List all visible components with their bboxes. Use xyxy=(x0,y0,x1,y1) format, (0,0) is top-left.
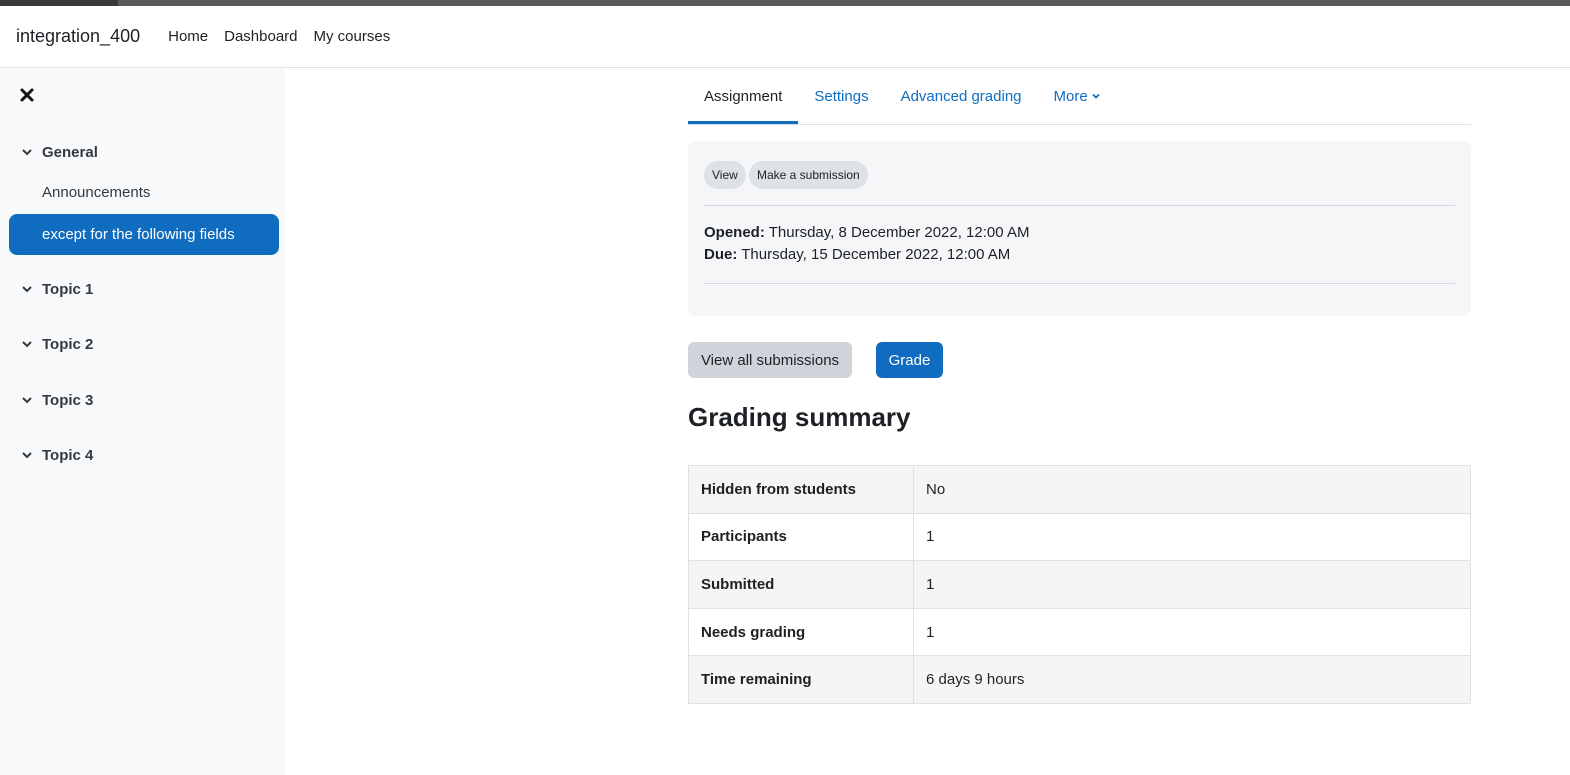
opened-date: Opened: Thursday, 8 December 2022, 12:00… xyxy=(704,224,1029,241)
nav-my-courses[interactable]: My courses xyxy=(314,28,391,45)
divider xyxy=(704,205,1455,206)
nav-dashboard[interactable]: Dashboard xyxy=(224,28,297,45)
primary-nav: Home Dashboard My courses xyxy=(168,28,406,45)
table-row: Participants 1 xyxy=(688,512,1471,562)
row-value: 1 xyxy=(913,607,1471,657)
table-row: Time remaining 6 days 9 hours xyxy=(688,655,1471,704)
section-title: Topic 1 xyxy=(42,280,94,298)
chevron-down-icon xyxy=(22,397,32,404)
section-title: Topic 3 xyxy=(42,391,94,409)
chevron-down-icon xyxy=(22,149,32,156)
nav-home[interactable]: Home xyxy=(168,28,208,45)
section-topic-4[interactable]: Topic 4 xyxy=(20,444,93,466)
tab-more-label: More xyxy=(1053,87,1088,105)
row-label: Hidden from students xyxy=(688,465,914,514)
view-all-submissions-button[interactable]: View all submissions xyxy=(688,342,852,378)
row-label: Needs grading xyxy=(688,607,914,657)
section-title: General xyxy=(42,143,98,161)
table-row: Hidden from students No xyxy=(688,465,1471,514)
row-value: 6 days 9 hours xyxy=(913,655,1471,704)
close-icon[interactable] xyxy=(18,86,36,104)
section-topic-2[interactable]: Topic 2 xyxy=(20,333,93,355)
row-label: Participants xyxy=(688,512,914,562)
course-index-drawer: General Announcements except for the fol… xyxy=(0,68,285,775)
divider xyxy=(704,283,1455,284)
row-value: 1 xyxy=(913,560,1471,609)
opened-value: Thursday, 8 December 2022, 12:00 AM xyxy=(764,224,1030,241)
tab-assignment[interactable]: Assignment xyxy=(688,68,799,124)
chevron-down-icon xyxy=(22,452,32,459)
drawer-item-active[interactable]: except for the following fields xyxy=(9,214,279,255)
tab-settings[interactable]: Settings xyxy=(798,68,884,124)
section-topic-1[interactable]: Topic 1 xyxy=(20,278,93,300)
row-label: Time remaining xyxy=(688,655,914,704)
chevron-down-icon xyxy=(22,286,32,293)
grade-button[interactable]: Grade xyxy=(876,342,943,378)
table-row: Needs grading 1 xyxy=(688,607,1471,657)
make-submission-button[interactable]: Make a submission xyxy=(749,161,868,189)
chevron-down-icon xyxy=(22,341,32,348)
section-general[interactable]: General xyxy=(20,141,98,163)
section-title: Topic 2 xyxy=(42,335,94,353)
chevron-down-icon xyxy=(1092,93,1100,99)
site-name[interactable]: integration_400 xyxy=(16,26,140,47)
due-label: Due: xyxy=(704,246,738,263)
section-topic-3[interactable]: Topic 3 xyxy=(20,389,93,411)
drawer-item-announcements[interactable]: Announcements xyxy=(42,184,150,201)
row-label: Submitted xyxy=(688,560,914,609)
table-row: Submitted 1 xyxy=(688,560,1471,609)
top-navbar: integration_400 Home Dashboard My course… xyxy=(0,6,1570,68)
row-value: No xyxy=(913,465,1471,514)
row-value: 1 xyxy=(913,512,1471,562)
tab-advanced-grading[interactable]: Advanced grading xyxy=(885,68,1038,124)
due-date: Due: Thursday, 15 December 2022, 12:00 A… xyxy=(704,246,1010,263)
grading-summary-heading: Grading summary xyxy=(688,402,911,432)
due-value: Thursday, 15 December 2022, 12:00 AM xyxy=(737,246,1011,263)
secondary-nav-tabs: Assignment Settings Advanced grading Mor… xyxy=(688,68,1471,125)
view-button[interactable]: View xyxy=(704,161,746,189)
grading-summary-table: Hidden from students No Participants 1 S… xyxy=(688,465,1471,704)
section-title: Topic 4 xyxy=(42,446,94,464)
tab-more[interactable]: More xyxy=(1038,68,1117,124)
activity-header: View Make a submission Opened: Thursday,… xyxy=(688,141,1471,316)
opened-label: Opened: xyxy=(704,224,765,241)
